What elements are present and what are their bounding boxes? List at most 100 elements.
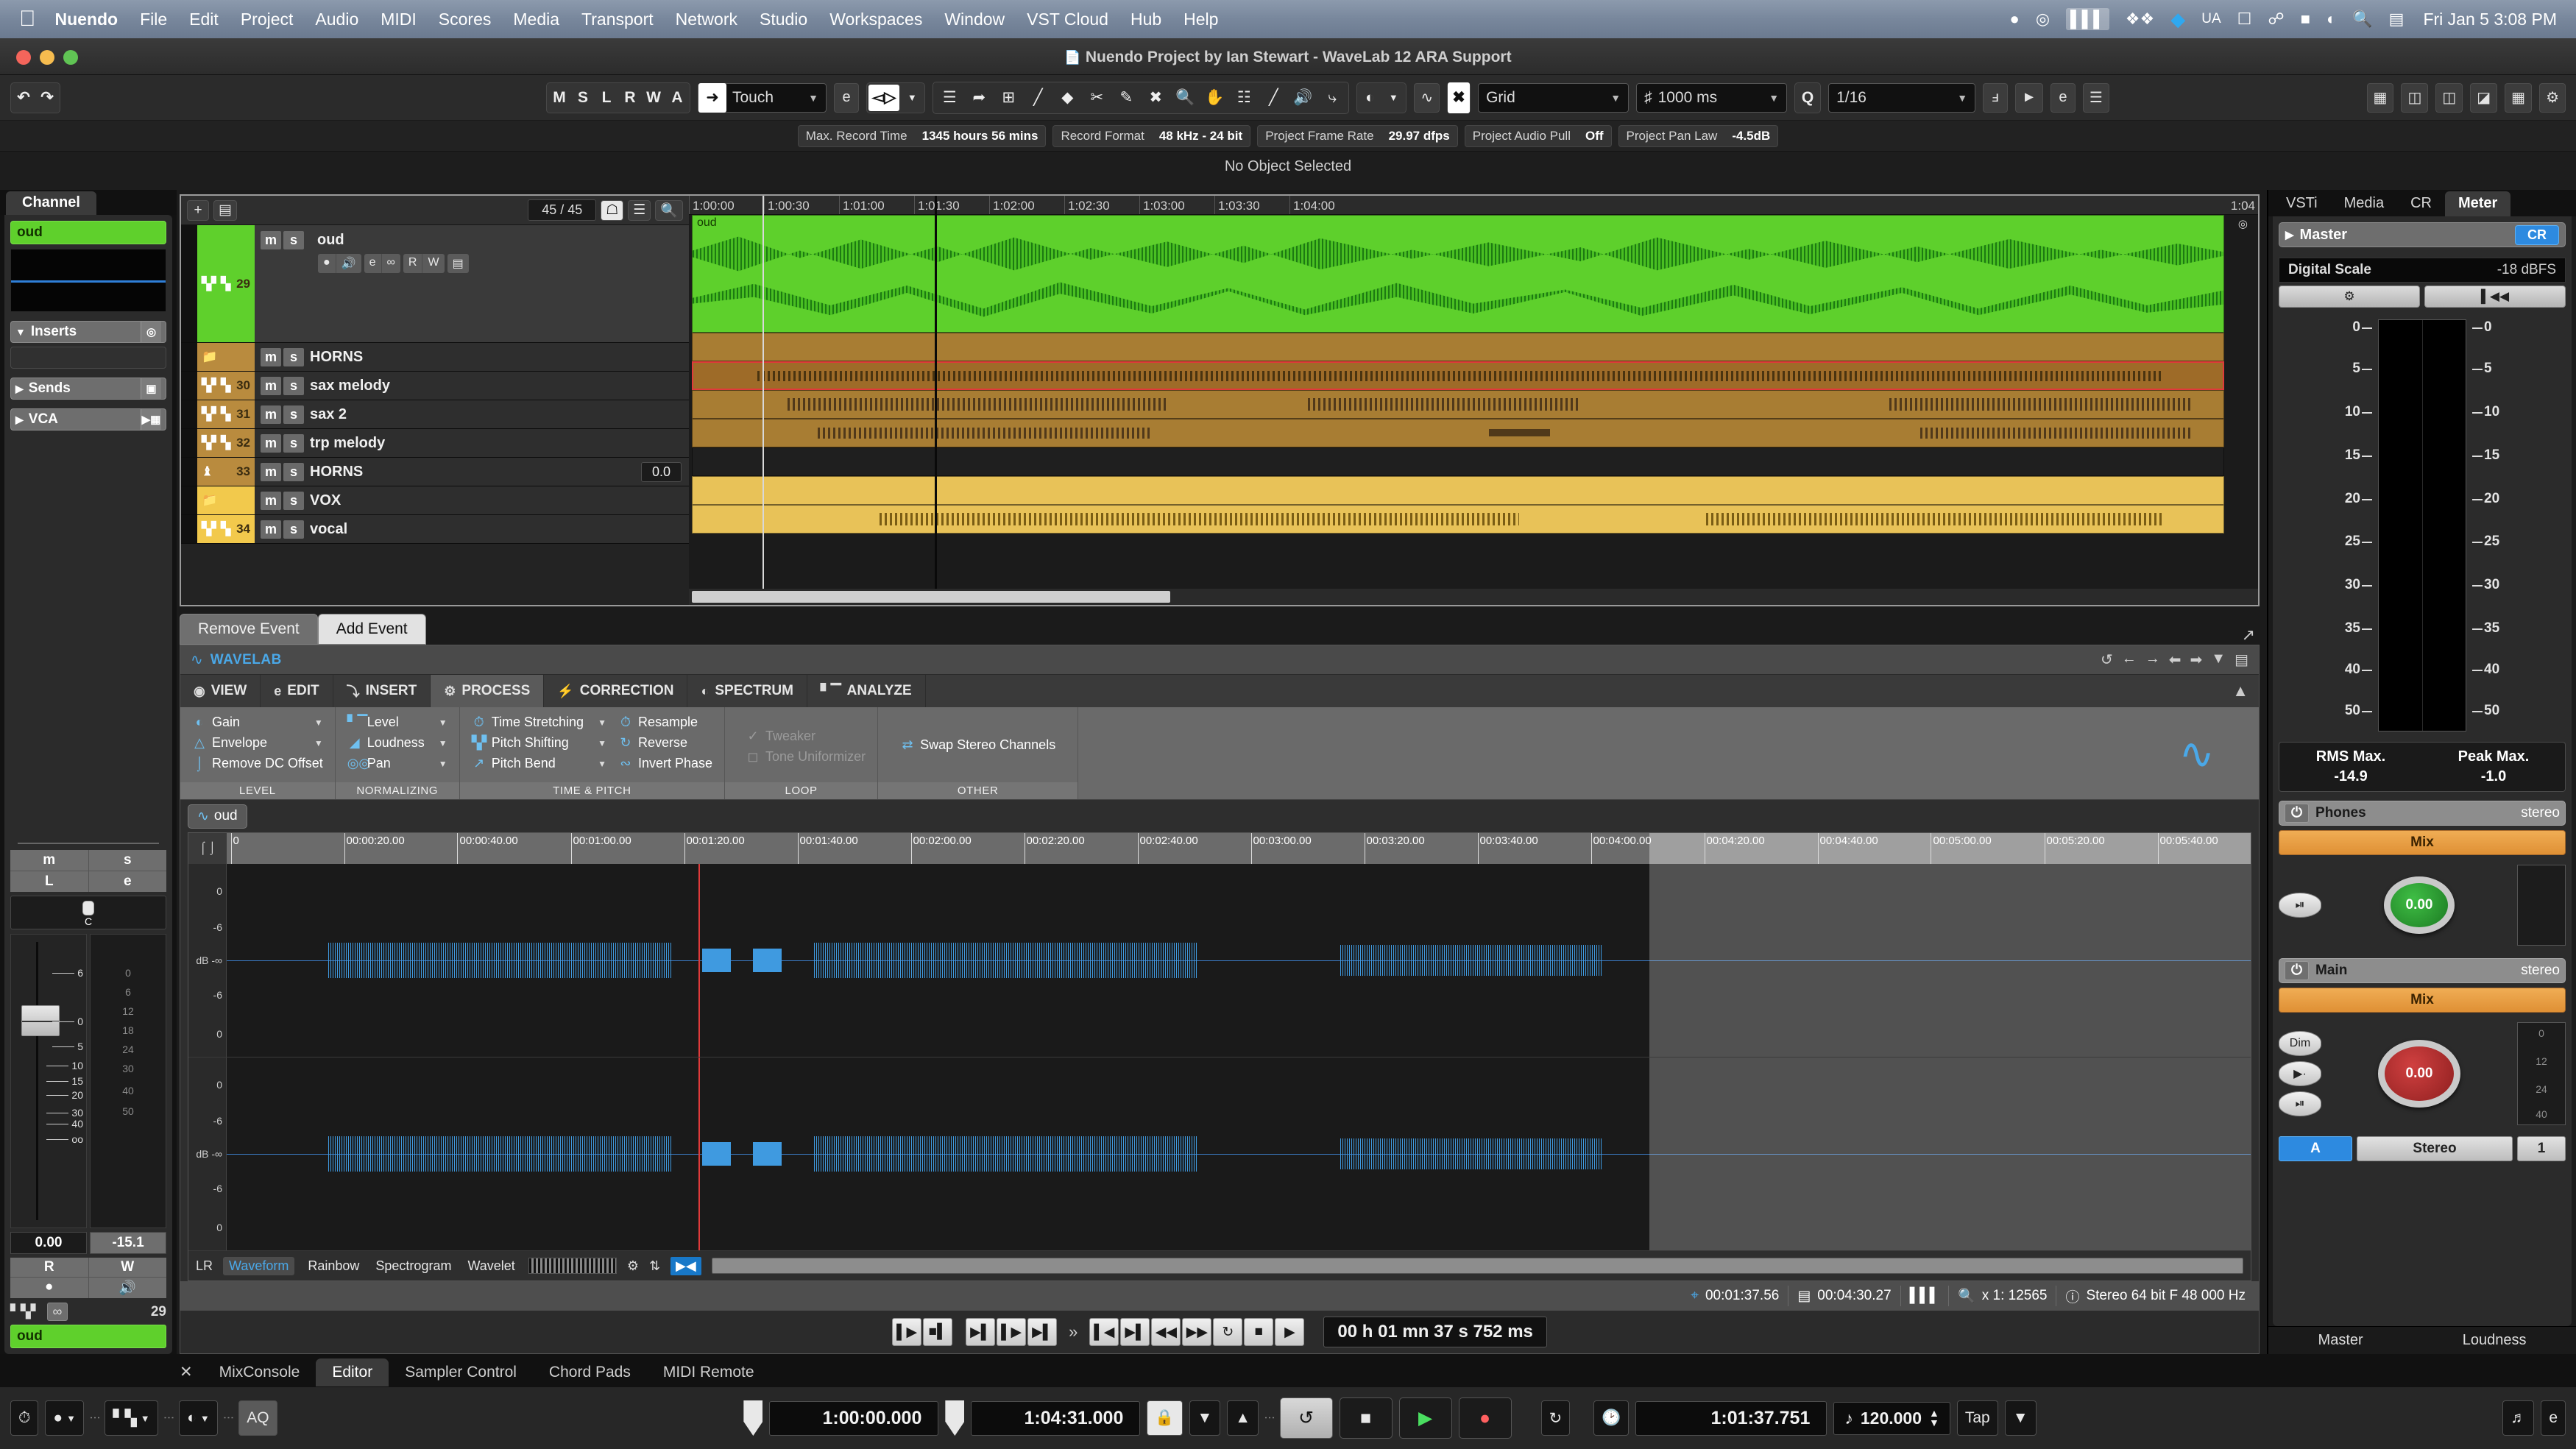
punch-out-icon[interactable]: ▲ bbox=[1227, 1400, 1259, 1436]
selection-overlay[interactable] bbox=[1649, 1057, 2251, 1250]
cursor-snap-icon[interactable]: ⌡ bbox=[209, 842, 216, 855]
write-automation-button[interactable]: W bbox=[88, 1258, 166, 1277]
mute-icon[interactable]: ✖ bbox=[1141, 84, 1170, 112]
history-icon[interactable]: ↺ bbox=[2101, 651, 2113, 669]
menu-vst-cloud[interactable]: VST Cloud bbox=[1027, 10, 1108, 29]
event-hscrollbar[interactable] bbox=[689, 589, 2258, 605]
event-row-trp-melody[interactable] bbox=[689, 419, 2258, 447]
controlcenter-icon[interactable]: ▤ bbox=[2389, 10, 2405, 29]
audio-mode-button[interactable]: ▘▚ ▼ bbox=[105, 1400, 158, 1436]
redo-icon[interactable]: → bbox=[2145, 651, 2160, 669]
solo-button[interactable]: s bbox=[283, 405, 304, 424]
track-name[interactable]: sax melody bbox=[310, 372, 390, 400]
window-layout-button[interactable]: ▦ bbox=[2366, 82, 2394, 113]
play-from-start-icon[interactable]: ▌▶ bbox=[892, 1318, 922, 1346]
event-row-oud[interactable]: oud ◎ bbox=[689, 215, 2258, 333]
track-name[interactable]: oud bbox=[317, 232, 344, 249]
right-locator-marker-icon[interactable] bbox=[945, 1400, 965, 1436]
maximize-button[interactable] bbox=[63, 49, 78, 65]
collapse-ribbon-icon[interactable]: ▲ bbox=[2222, 675, 2259, 707]
ab-preset-1-button[interactable]: 1 bbox=[2517, 1136, 2566, 1161]
inspector-ms-grid[interactable]: m s L e bbox=[10, 850, 166, 892]
go-start-icon[interactable]: ▌◀ bbox=[1089, 1318, 1119, 1346]
track-ms-group[interactable]: m s bbox=[255, 429, 310, 457]
wave-channels[interactable]: 0 -6 dB -∞ -6 0 0 -6 dB -∞ -6 0 bbox=[188, 864, 2251, 1251]
solo-button[interactable]: s bbox=[283, 376, 304, 395]
back-icon[interactable]: ⬅ bbox=[2169, 651, 2182, 669]
color-icon[interactable]: ◐ bbox=[1359, 85, 1381, 111]
tap-tempo-button[interactable]: Tap bbox=[1956, 1400, 1998, 1436]
bypass-inserts-icon[interactable]: ◎ bbox=[141, 322, 161, 342]
master-row[interactable]: ▶ Master CR bbox=[2279, 222, 2566, 247]
meter-buttons[interactable]: ⚙ ▌◀◀ bbox=[2279, 286, 2566, 308]
window-controls[interactable] bbox=[0, 49, 78, 65]
transport-group-1[interactable]: ▌▶ ■▌ bbox=[892, 1318, 953, 1346]
tempo-field[interactable]: ♪ 120.000 ▲ ▼ bbox=[1833, 1401, 1950, 1435]
inspector-bottom-name[interactable]: oud bbox=[10, 1325, 166, 1348]
mute-button[interactable]: m bbox=[261, 520, 281, 539]
undo-icon[interactable]: ↶ bbox=[13, 85, 35, 111]
grid-value-combo[interactable]: ♯ 1000 ms ▼ bbox=[1636, 82, 1788, 113]
metronome-settings-icon[interactable]: ♬ bbox=[2502, 1400, 2535, 1436]
wave-channel-left[interactable]: 0 -6 dB -∞ -6 0 bbox=[188, 864, 2251, 1057]
menu-edit[interactable]: Edit bbox=[189, 10, 219, 29]
event-display[interactable]: 1:00:00 1:00:30 1:01:00 1:01:30 1:02:00 … bbox=[689, 196, 2258, 605]
record-button[interactable]: ● bbox=[1458, 1397, 1512, 1439]
tab-spectrum[interactable]: ◐ SPECTRUM bbox=[687, 675, 807, 707]
chevron-down-icon[interactable]: ▼ bbox=[430, 738, 447, 748]
auto-l[interactable]: L bbox=[595, 85, 618, 111]
main-mix-button[interactable]: Mix bbox=[2279, 988, 2566, 1013]
inspector-channel-name[interactable]: oud bbox=[10, 221, 166, 244]
ab-row[interactable]: A Stereo 1 bbox=[2279, 1136, 2566, 1161]
lower-zone-button[interactable]: ◫ bbox=[2435, 82, 2463, 113]
zoom-icon[interactable]: 🔍 bbox=[1170, 84, 1200, 112]
chevron-down-icon[interactable]: ▼ bbox=[305, 718, 323, 728]
tab-mixconsole[interactable]: MixConsole bbox=[203, 1358, 316, 1386]
menu-clock[interactable]: Fri Jan 5 3:08 PM bbox=[2423, 10, 2557, 29]
phones-knob-wrap[interactable]: 0.00 bbox=[2327, 876, 2511, 934]
track-color-tag[interactable]: ▚▘▚ 34 bbox=[197, 515, 255, 543]
gradient-bar[interactable] bbox=[528, 1258, 617, 1274]
solo-button[interactable]: s bbox=[283, 491, 304, 510]
track-row-vocal[interactable]: ▚▘▚ 34 m s vocal bbox=[181, 515, 689, 544]
add-event-tab[interactable]: Add Event bbox=[317, 614, 426, 645]
left-locator-marker-icon[interactable] bbox=[743, 1400, 763, 1436]
auto-a[interactable]: A bbox=[666, 85, 688, 111]
snap-icon[interactable]: ✖ bbox=[1448, 82, 1471, 113]
battery-icon[interactable]: ■ bbox=[2301, 10, 2310, 29]
chevron-down-icon[interactable]: ▼ bbox=[589, 738, 606, 748]
add-track-preset-icon[interactable]: ▤ bbox=[213, 199, 237, 221]
inspector-listen-button[interactable]: L bbox=[10, 871, 88, 892]
project-cursor[interactable] bbox=[762, 196, 764, 605]
power-icon[interactable]: ⏻ bbox=[2285, 961, 2310, 980]
footer-loudness[interactable]: Loudness bbox=[2463, 1332, 2527, 1349]
lower-zone-tabs[interactable]: ✕ MixConsole Editor Sampler Control Chor… bbox=[0, 1354, 2576, 1386]
primary-time-display[interactable]: 1:01:37.751 bbox=[1635, 1400, 1827, 1436]
ruler-cursor-tools[interactable]: ⌠ ⌡ bbox=[188, 833, 227, 864]
menu-transport[interactable]: Transport bbox=[581, 10, 654, 29]
chevron-icon[interactable]: » bbox=[1069, 1322, 1078, 1342]
inspector-solo-button[interactable]: s bbox=[88, 850, 166, 871]
solo-button[interactable]: s bbox=[283, 231, 304, 249]
redo-icon[interactable]: ↷ bbox=[36, 85, 58, 111]
phones-side-buttons[interactable]: ⏯ bbox=[2279, 893, 2321, 918]
status-cursor[interactable]: ⌖ 00:01:37.56 bbox=[1682, 1286, 1789, 1306]
audio-event-oud[interactable]: oud bbox=[692, 215, 2224, 333]
mute-button[interactable]: m bbox=[261, 433, 281, 453]
cr-button[interactable]: CR bbox=[2515, 224, 2559, 245]
track-ms-group[interactable]: m s bbox=[255, 486, 310, 514]
auto-w[interactable]: W bbox=[643, 85, 665, 111]
power-icon[interactable]: ⏻ bbox=[2285, 804, 2310, 823]
channel-settings-icon[interactable]: ▤ bbox=[447, 254, 469, 273]
phones-row[interactable]: ⏻ Phones stereo bbox=[2279, 801, 2566, 826]
track-color-tag[interactable]: ▚▘▚ 30 bbox=[197, 372, 255, 400]
menu-workspaces[interactable]: Workspaces bbox=[829, 10, 922, 29]
main-row[interactable]: ⏻ Main stereo bbox=[2279, 958, 2566, 983]
audio-warp-button[interactable]: ► bbox=[2015, 82, 2043, 113]
gear-icon[interactable]: ⚙ bbox=[2279, 286, 2420, 308]
hand-icon[interactable]: ✋ bbox=[1200, 84, 1229, 112]
listen-icon[interactable]: ⏯ bbox=[2279, 893, 2321, 918]
volume-fader[interactable]: 6 0 5 10 15 20 30 40 oo bbox=[10, 934, 87, 1228]
chevron-down-icon[interactable]: ▼ bbox=[305, 738, 323, 748]
marker-prev-icon[interactable]: ▶▌ bbox=[966, 1318, 996, 1346]
